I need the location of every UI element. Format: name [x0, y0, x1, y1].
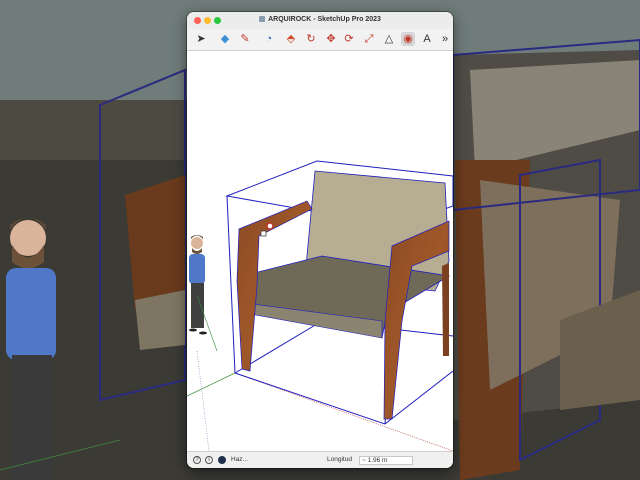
model-scene[interactable] — [187, 51, 453, 451]
eraser-icon: ◆ — [220, 33, 230, 45]
length-label: Longitud — [327, 456, 352, 463]
chair-right-arm[interactable] — [383, 220, 450, 420]
rotate-tool-button[interactable]: ↻ — [304, 32, 318, 46]
profile-icon[interactable] — [218, 456, 226, 464]
arc-icon: ◔ — [265, 33, 273, 45]
tape-measure-icon: △ — [384, 33, 394, 45]
window-title-text: ARQUIROCK - SketchUp Pro 2023 — [268, 16, 381, 23]
arc-tool-button[interactable]: ◔ — [262, 32, 276, 46]
info-icon[interactable]: i — [205, 456, 213, 464]
pencil-tool-button[interactable]: ✎ — [238, 32, 252, 46]
sketchup-window: ARQUIROCK - SketchUp Pro 2023 ➤ ◆ ✎ ◔ ⬘ … — [187, 12, 453, 468]
chair-back-leg — [442, 263, 449, 356]
pencil-icon: ✎ — [240, 33, 250, 45]
paint-tool-button[interactable]: ◉ — [401, 32, 415, 46]
eraser-tool-button[interactable]: ◆ — [218, 32, 232, 46]
blue-axis — [196, 350, 210, 451]
follow-me-icon: ⟳ — [344, 33, 354, 45]
paint-bucket-icon: ◉ — [403, 33, 413, 45]
select-arrow-icon: ➤ — [196, 33, 206, 45]
inference-marker — [266, 222, 274, 230]
red-axis — [234, 372, 453, 451]
rotate-icon: ↻ — [306, 33, 316, 45]
move-tool-button[interactable]: ✥ — [324, 32, 338, 46]
scale-tool-button[interactable]: ⤢ — [362, 32, 376, 46]
toolbar: ➤ ◆ ✎ ◔ ⬘ ↻ ✥ ⟳ ⤢ △ ◉ A » — [187, 29, 453, 51]
push-pull-icon: ⬘ — [286, 33, 296, 45]
status-hint: Haz... — [231, 456, 248, 463]
help-icon[interactable]: ? — [193, 456, 201, 464]
text-icon: A — [423, 33, 431, 45]
document-icon — [259, 16, 266, 22]
status-bar: ? i Haz... Longitud ~ 1.96 m — [187, 451, 453, 468]
window-title: ARQUIROCK - SketchUp Pro 2023 — [187, 16, 453, 23]
move-icon: ✥ — [326, 33, 336, 45]
scale-figure[interactable] — [189, 235, 218, 352]
length-value-field[interactable]: ~ 1.96 m — [359, 456, 413, 465]
scale-icon: ⤢ — [364, 33, 374, 45]
select-tool-button[interactable]: ➤ — [194, 32, 208, 46]
text-tool-button[interactable]: A — [420, 32, 434, 46]
chevron-right-icon: » — [441, 33, 449, 45]
title-bar: ARQUIROCK - SketchUp Pro 2023 — [187, 12, 453, 29]
more-tools-button[interactable]: » — [438, 32, 452, 46]
cursor-marker — [260, 230, 267, 237]
model-viewport[interactable] — [187, 51, 453, 451]
follow-me-tool-button[interactable]: ⟳ — [342, 32, 356, 46]
green-axis — [187, 372, 236, 397]
tape-measure-tool-button[interactable]: △ — [382, 32, 396, 46]
push-pull-tool-button[interactable]: ⬘ — [284, 32, 298, 46]
